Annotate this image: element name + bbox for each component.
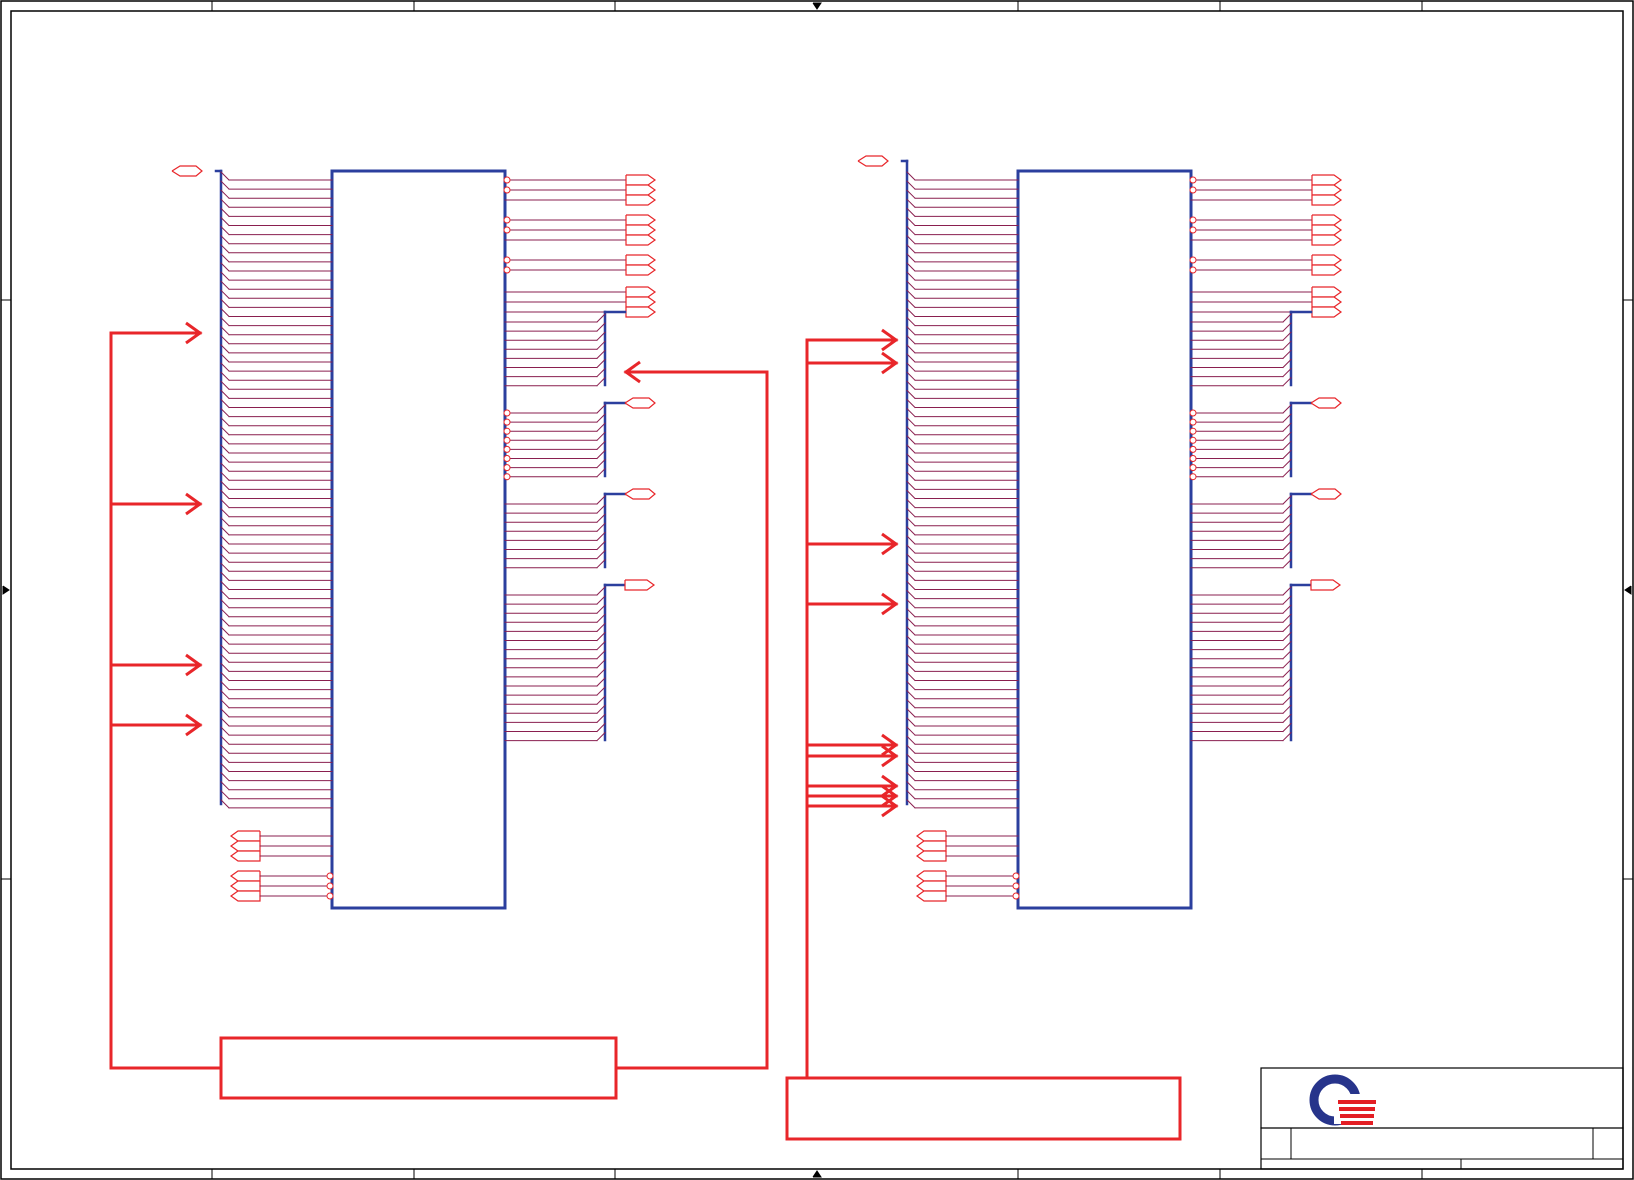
pin-inversion-icon xyxy=(503,266,511,274)
pin-inversion-icon xyxy=(1189,445,1197,453)
pin-inversion-icon xyxy=(1189,186,1197,194)
chip-body xyxy=(1016,169,1193,910)
pin-inversion-icon xyxy=(503,216,511,224)
output-bus-connector-icon xyxy=(1310,579,1342,591)
net-routing xyxy=(109,321,1182,1141)
border-marker-icon xyxy=(812,2,822,10)
logo-stripe xyxy=(1341,1121,1373,1125)
output-connector-icon xyxy=(1311,194,1343,206)
output-connector-icon xyxy=(1311,184,1343,196)
output-bus-connector-icon xyxy=(624,579,656,591)
input-connector-icon xyxy=(915,880,947,892)
logo-stripe xyxy=(1338,1100,1376,1104)
pin-inversion-icon xyxy=(1189,427,1197,435)
output-connector-icon xyxy=(625,224,657,236)
input-connector-icon xyxy=(229,850,261,862)
pin-inversion-icon xyxy=(1012,872,1020,880)
schematic-sheet xyxy=(0,0,1634,1180)
input-bus-connector-icon xyxy=(171,165,203,177)
pin-inversion-icon xyxy=(1189,418,1197,426)
pin-inversion-icon xyxy=(1189,464,1197,472)
output-connector-icon xyxy=(1311,174,1343,186)
input-connector-icon xyxy=(915,890,947,902)
chip-right xyxy=(857,155,1343,910)
output-connector-icon xyxy=(1311,214,1343,226)
input-connector-icon xyxy=(229,880,261,892)
pin-inversion-icon xyxy=(503,445,511,453)
border-marker-icon xyxy=(1624,585,1632,595)
input-connector-icon xyxy=(229,870,261,882)
title-block-frame xyxy=(1260,1067,1624,1170)
pin-inversion-icon xyxy=(503,436,511,444)
output-connector-icon xyxy=(625,296,657,308)
output-connector-icon xyxy=(1311,286,1343,298)
input-connector-icon xyxy=(915,830,947,842)
chip-body xyxy=(330,169,507,910)
pin-inversion-icon xyxy=(326,872,334,880)
output-connector-icon xyxy=(1311,264,1343,276)
pin-inversion-icon xyxy=(1012,892,1020,900)
logo-stripe xyxy=(1339,1107,1375,1111)
pin-inversion-icon xyxy=(503,256,511,264)
pin-inversion-icon xyxy=(1189,266,1197,274)
pin-inversion-icon xyxy=(503,409,511,417)
output-connector-icon xyxy=(625,306,657,318)
logo-stripe xyxy=(1340,1114,1374,1118)
output-connector-icon xyxy=(625,264,657,276)
pin-inversion-icon xyxy=(1012,882,1020,890)
title-block xyxy=(1260,1067,1624,1170)
pin-inversion-icon xyxy=(1189,455,1197,462)
pin-inversion-icon xyxy=(503,464,511,472)
output-connector-icon xyxy=(625,234,657,246)
output-connector-icon xyxy=(625,254,657,266)
output-connector-icon xyxy=(1311,306,1343,318)
output-connector-icon xyxy=(1311,234,1343,246)
input-connector-icon xyxy=(229,840,261,852)
output-bus-connector-icon xyxy=(1310,488,1342,500)
border-marker-icon xyxy=(2,585,10,595)
border-marker-icon xyxy=(812,1170,822,1178)
output-bus-connector-icon xyxy=(624,397,656,409)
input-connector-icon xyxy=(915,850,947,862)
pin-inversion-icon xyxy=(503,226,511,234)
pin-inversion-icon xyxy=(1189,409,1197,417)
pin-inversion-icon xyxy=(503,418,511,426)
input-connector-icon xyxy=(915,870,947,882)
output-connector-icon xyxy=(625,174,657,186)
input-connector-icon xyxy=(229,890,261,902)
pin-inversion-icon xyxy=(503,186,511,194)
pin-inversion-icon xyxy=(1189,473,1197,481)
output-connector-icon xyxy=(1311,224,1343,236)
pin-inversion-icon xyxy=(503,427,511,435)
pin-inversion-icon xyxy=(503,473,511,481)
output-bus-connector-icon xyxy=(624,488,656,500)
pin-inversion-icon xyxy=(326,892,334,900)
left-annotation-box xyxy=(219,1036,618,1100)
right-annotation-box xyxy=(785,1076,1182,1141)
pin-inversion-icon xyxy=(1189,216,1197,224)
pin-inversion-icon xyxy=(503,455,511,462)
pin-inversion-icon xyxy=(1189,226,1197,234)
output-connector-icon xyxy=(625,184,657,196)
company-logo-icon xyxy=(1309,1074,1376,1126)
output-connector-icon xyxy=(1311,254,1343,266)
output-connector-icon xyxy=(625,214,657,226)
chip-left xyxy=(171,165,657,910)
pin-inversion-icon xyxy=(503,176,511,184)
pin-inversion-icon xyxy=(1189,256,1197,264)
pin-inversion-icon xyxy=(326,882,334,890)
pin-inversion-icon xyxy=(1189,436,1197,444)
input-bus-connector-icon xyxy=(857,155,889,167)
input-connector-icon xyxy=(915,840,947,852)
output-connector-icon xyxy=(625,286,657,298)
pin-inversion-icon xyxy=(1189,176,1197,184)
output-connector-icon xyxy=(625,194,657,206)
output-connector-icon xyxy=(1311,296,1343,308)
input-connector-icon xyxy=(229,830,261,842)
output-bus-connector-icon xyxy=(1310,397,1342,409)
